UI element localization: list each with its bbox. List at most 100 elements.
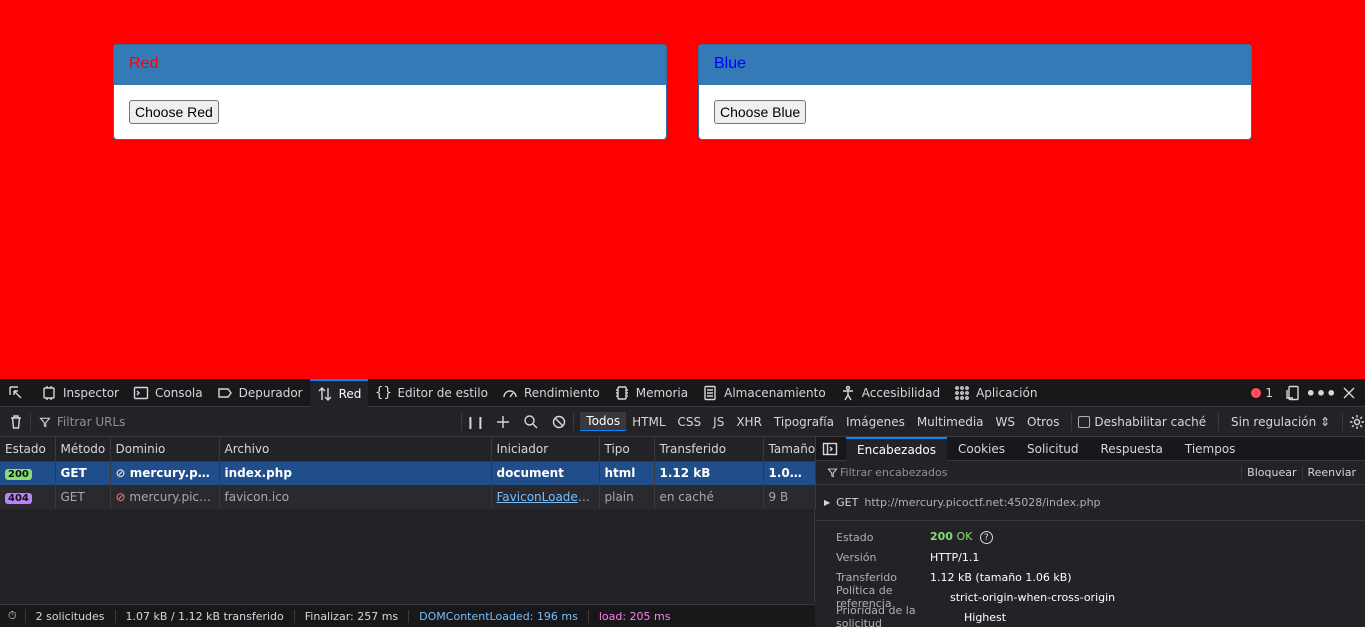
network-status-bar: ⏱ 2 solicitudes 1.07 kB / 1.12 kB transf… bbox=[0, 604, 815, 627]
filter-type-all[interactable]: Todos bbox=[580, 412, 627, 431]
stopwatch-icon[interactable]: ⏱ bbox=[0, 609, 26, 623]
disable-cache-checkbox[interactable]: Deshabilitar caché bbox=[1078, 413, 1212, 431]
filter-type-ws[interactable]: WS bbox=[990, 413, 1021, 431]
transferred-value: 1.12 kB (tamaño 1.06 kB) bbox=[930, 570, 1072, 584]
funnel-icon bbox=[824, 465, 840, 481]
col-size[interactable]: Tamaño bbox=[763, 437, 816, 462]
version-value: HTTP/1.1 bbox=[930, 550, 980, 564]
pause-icon[interactable]: ❙❙ bbox=[465, 414, 485, 430]
accessibility-person-icon bbox=[840, 385, 856, 401]
finish-time: Finalizar: 257 ms bbox=[295, 609, 410, 623]
filter-headers-input[interactable]: Filtrar encabezados Bloquear Reenviar bbox=[816, 461, 1365, 485]
table-row[interactable]: 404 GET ⊘ mercury.picoct... favicon.ico … bbox=[0, 485, 816, 509]
filter-urls-input[interactable]: Filtrar URLs bbox=[37, 414, 455, 430]
col-initiator[interactable]: Iniciador bbox=[491, 437, 600, 462]
transferred-total: 1.07 kB / 1.12 kB transferido bbox=[116, 609, 295, 623]
filter-type-css[interactable]: CSS bbox=[672, 413, 708, 431]
priority-value: Highest bbox=[964, 610, 1007, 624]
tab-timings[interactable]: Tiempos bbox=[1174, 437, 1247, 461]
filter-type-media[interactable]: Multimedia bbox=[911, 413, 990, 431]
devtools-panel: Inspector Consola Depurador Red {} Edito… bbox=[0, 378, 1365, 627]
tab-accessibility[interactable]: Accesibilidad bbox=[833, 379, 947, 407]
tab-performance[interactable]: Rendimiento bbox=[495, 379, 607, 407]
error-count-badge[interactable]: 1 bbox=[1251, 386, 1273, 400]
search-icon[interactable] bbox=[523, 414, 539, 430]
element-picker-button[interactable] bbox=[0, 379, 34, 407]
network-arrows-icon bbox=[317, 386, 333, 402]
table-row[interactable]: 200 GET ⊘ mercury.picoct... index.php do… bbox=[0, 461, 816, 485]
plus-icon[interactable] bbox=[495, 414, 511, 430]
filter-type-other[interactable]: Otros bbox=[1021, 413, 1065, 431]
funnel-icon bbox=[37, 414, 53, 430]
request-transferred: en caché bbox=[654, 485, 764, 509]
request-size: 1.06 kB bbox=[763, 461, 816, 485]
storage-icon bbox=[702, 385, 718, 401]
inspector-icon bbox=[41, 385, 57, 401]
help-icon[interactable]: ? bbox=[979, 531, 993, 545]
error-icon bbox=[1251, 388, 1262, 398]
request-url-method: GET bbox=[836, 496, 859, 509]
col-status[interactable]: Estado bbox=[0, 437, 56, 462]
table-header: Estado Método Dominio Archivo Iniciador … bbox=[0, 437, 816, 462]
debugger-icon bbox=[217, 385, 233, 401]
tab-response[interactable]: Respuesta bbox=[1090, 437, 1174, 461]
choose-red-button[interactable]: Choose Red bbox=[129, 100, 219, 124]
throttle-select[interactable]: Sin regulación ⇕ bbox=[1225, 413, 1336, 431]
request-url: http://mercury.picoctf.net:45028/index.p… bbox=[864, 496, 1101, 509]
memory-chip-icon bbox=[614, 385, 630, 401]
priority-label: Prioridad de la solicitud bbox=[836, 604, 916, 627]
priority-row: Prioridad de la solicitud Highest bbox=[836, 604, 1365, 627]
resend-button[interactable]: Reenviar bbox=[1301, 466, 1362, 479]
block-icon[interactable] bbox=[551, 414, 567, 430]
choose-blue-button[interactable]: Choose Blue bbox=[714, 100, 807, 124]
close-icon[interactable] bbox=[1341, 385, 1357, 401]
col-type[interactable]: Tipo bbox=[599, 437, 655, 462]
request-url-line[interactable]: ▶ GET http://mercury.picoctf.net:45028/i… bbox=[816, 485, 1365, 521]
insecure-lock-icon: ⊘ bbox=[115, 466, 126, 481]
tab-storage[interactable]: Almacenamiento bbox=[695, 379, 833, 407]
filter-type-images[interactable]: Imágenes bbox=[840, 413, 911, 431]
filter-type-js[interactable]: JS bbox=[707, 413, 730, 431]
filter-type-xhr[interactable]: XHR bbox=[730, 413, 768, 431]
tab-debugger[interactable]: Depurador bbox=[210, 379, 310, 407]
toggle-sidebar-icon[interactable] bbox=[822, 441, 838, 457]
tab-style-editor[interactable]: {} Editor de estilo bbox=[368, 379, 495, 407]
page-viewport: Red Choose Red Blue Choose Blue bbox=[0, 0, 1365, 379]
trash-icon[interactable] bbox=[8, 414, 24, 430]
col-domain[interactable]: Dominio bbox=[110, 437, 220, 462]
settings-gear-icon[interactable] bbox=[1349, 414, 1365, 430]
transferred-label: Transferido bbox=[836, 570, 897, 584]
block-button[interactable]: Bloquear bbox=[1241, 466, 1301, 479]
filter-type-html[interactable]: HTML bbox=[626, 413, 671, 431]
expand-triangle-icon: ▶ bbox=[824, 498, 831, 507]
request-type: html bbox=[599, 461, 655, 485]
col-file[interactable]: Archivo bbox=[219, 437, 492, 462]
tab-inspector[interactable]: Inspector bbox=[34, 379, 126, 407]
tab-application-label: Aplicación bbox=[976, 385, 1038, 400]
tab-memory[interactable]: Memoria bbox=[607, 379, 695, 407]
tab-request[interactable]: Solicitud bbox=[1016, 437, 1090, 461]
red-panel: Red Choose Red bbox=[113, 44, 667, 140]
col-method[interactable]: Método bbox=[55, 437, 111, 462]
tab-console[interactable]: Consola bbox=[126, 379, 210, 407]
tab-performance-label: Rendimiento bbox=[523, 385, 600, 400]
request-size: 9 B bbox=[763, 485, 816, 509]
tab-network[interactable]: Red bbox=[309, 378, 369, 407]
request-type: plain bbox=[599, 485, 655, 509]
request-list: Estado Método Dominio Archivo Iniciador … bbox=[0, 437, 816, 603]
col-transferred[interactable]: Transferido bbox=[654, 437, 764, 462]
request-domain: mercury.picoct... bbox=[129, 466, 218, 481]
gauge-icon bbox=[502, 385, 518, 401]
tab-debugger-label: Depurador bbox=[238, 385, 303, 400]
tab-cookies[interactable]: Cookies bbox=[947, 437, 1016, 461]
network-filter-bar: Filtrar URLs ❙❙ Todos HTML CSS JS XHR Ti… bbox=[0, 407, 1365, 437]
devtools-toolbar: Inspector Consola Depurador Red {} Edito… bbox=[0, 378, 1365, 407]
filter-type-fonts[interactable]: Tipografía bbox=[768, 413, 840, 431]
status-label: Estado bbox=[836, 530, 874, 544]
initiator-link[interactable]: FaviconLoader.sy... bbox=[497, 490, 599, 504]
responsive-design-icon[interactable] bbox=[1285, 385, 1301, 401]
tab-application[interactable]: Aplicación bbox=[947, 379, 1044, 407]
more-options-icon[interactable]: ••• bbox=[1306, 384, 1337, 403]
tab-headers[interactable]: Encabezados bbox=[846, 436, 948, 461]
console-icon bbox=[133, 385, 149, 401]
